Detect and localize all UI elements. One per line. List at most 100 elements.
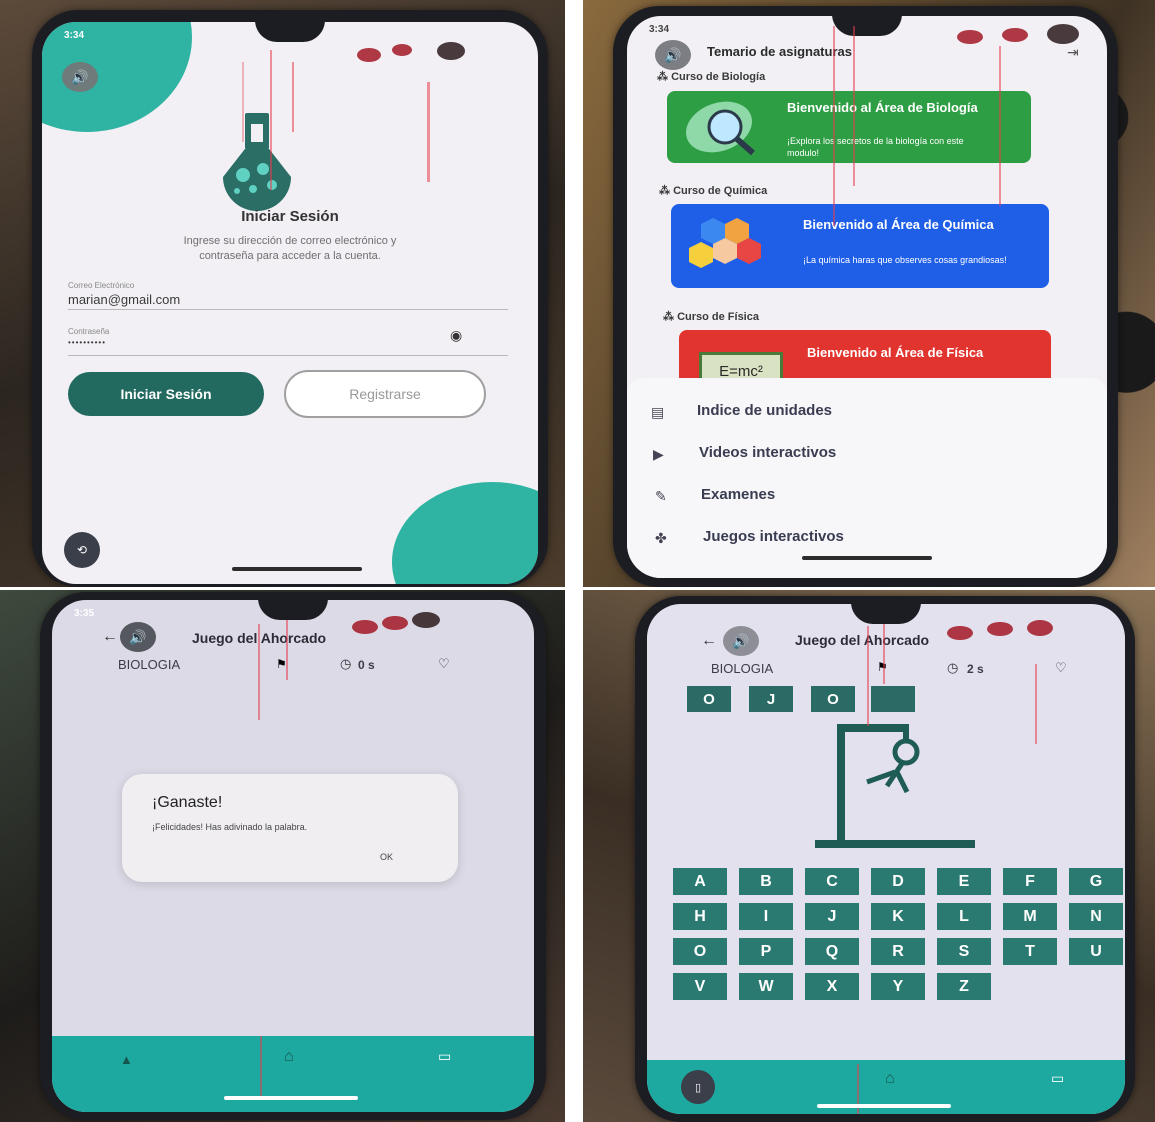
home-icon[interactable]: ⌂ [284,1048,294,1066]
timer-value: 0 s [358,658,375,672]
word-letter-box: O [687,686,731,712]
key-j[interactable]: J [805,903,859,930]
screen-stain [1027,620,1053,636]
rotate-button[interactable]: ⟲ [64,532,100,568]
section-chemistry: ⁂ Curso de Química [659,185,768,197]
login-subtitle-line1: Ingrese su dirección de correo electróni… [183,235,397,247]
key-l[interactable]: L [937,903,991,930]
key-d[interactable]: D [871,868,925,895]
key-b[interactable]: B [739,868,793,895]
card-biology-desc: ¡Explora los secretos de la biología con… [787,136,964,158]
screen-stain [947,626,973,640]
phone-frame: 3:34 🔊 Iniciar Sesión Ingrese su direcci… [32,10,548,587]
camera-notch [832,16,902,36]
play-icon: ▶ [653,446,664,462]
key-m[interactable]: M [1003,903,1057,930]
word-letter-box: J [749,686,793,712]
logout-icon[interactable]: ⇥ [1067,44,1079,61]
dialog-ok-button[interactable]: OK [380,852,393,862]
key-e[interactable]: E [937,868,991,895]
register-button[interactable]: Registrarse [284,370,486,418]
key-n[interactable]: N [1069,903,1123,930]
game-play-photo: ← 🔊 Juego del Ahorcado BIOLOGIA ⚑ ◷ 2 s … [583,590,1155,1122]
rotate-icon: ⟲ [76,543,88,557]
phone-frame: 3:34 🔊 Temario de asignaturas ⇥ ⁂ Curso … [613,6,1118,587]
screen-stain [987,622,1013,636]
game-title: Juego del Ahorcado [795,632,930,648]
home-icon[interactable]: ⌂ [885,1070,895,1088]
login-subtitle-line2: contraseña para acceder a la cuenta. [199,250,381,262]
screen-crack [292,62,294,132]
key-s[interactable]: S [937,938,991,965]
bottom-sheet-menu: ▤ Indice de unidades ▶ Videos interactiv… [627,378,1107,578]
courses-screen: 3:34 🔊 Temario de asignaturas ⇥ ⁂ Curso … [627,16,1107,578]
screen-crack [260,1036,262,1096]
timer-value: 2 s [967,662,984,676]
book-icon: ▤ [651,404,665,420]
key-k[interactable]: K [871,903,925,930]
card-chemistry-desc: ¡La química haras que observes cosas gra… [803,255,1007,265]
leaf-magnifier-icon [686,101,755,156]
password-field[interactable]: •••••••••• [68,338,106,347]
email-label: Correo Electrónico [68,281,135,290]
volume-button[interactable]: 🔊 [62,62,98,92]
rotate-button[interactable]: ▯ [681,1070,715,1104]
back-arrow-icon[interactable]: ← [701,632,717,650]
speaker-icon: 🔊 [129,628,147,645]
camera-notch [851,604,921,624]
email-field[interactable]: marian@gmail.com [68,292,180,307]
key-q[interactable]: Q [805,938,859,965]
login-title: Iniciar Sesión [241,208,339,225]
key-r[interactable]: R [871,938,925,965]
password-label: Contraseña [68,327,110,336]
key-u[interactable]: U [1069,938,1123,965]
key-w[interactable]: W [739,973,793,1000]
key-v[interactable]: V [673,973,727,1000]
section-biology: ⁂ Curso de Biología [657,71,766,83]
key-o[interactable]: O [673,938,727,965]
back-arrow-icon[interactable]: ← [102,628,118,646]
key-z[interactable]: Z [937,973,991,1000]
flask-icon [223,113,291,211]
category-label: BIOLOGIA [118,657,181,672]
email-underline [68,309,508,310]
hint-icon[interactable]: ♡ [1055,660,1067,676]
volume-button[interactable]: 🔊 [120,622,156,652]
card-chemistry[interactable]: Bienvenido al Área de Química ¡La químic… [671,204,1049,288]
gamepad-icon[interactable]: ▭ [438,1048,451,1065]
key-f[interactable]: F [1003,868,1057,895]
menu-item-examenes[interactable]: Examenes [701,486,775,503]
screen-crack [258,624,260,720]
hint-icon[interactable]: ♡ [438,656,450,672]
key-x[interactable]: X [805,973,859,1000]
eye-icon[interactable]: ◉ [450,327,462,344]
gamepad-icon[interactable]: ▭ [1051,1070,1064,1087]
screen-stain [357,48,381,62]
courses-photo: 3:34 🔊 Temario de asignaturas ⇥ ⁂ Curso … [583,0,1155,587]
key-y[interactable]: Y [871,973,925,1000]
screen-stain [437,42,465,60]
section-icon: ⁂ [663,311,678,323]
category-label: BIOLOGIA [711,661,774,676]
clock-icon: ◷ [340,656,352,671]
pencil-icon: ✎ [655,488,667,504]
volume-button[interactable]: 🔊 [723,626,759,656]
key-g[interactable]: G [1069,868,1123,895]
login-button[interactable]: Iniciar Sesión [68,372,264,416]
game-win-photo: 3:35 ← 🔊 Juego del Ahorcado BIOLOGIA ⚑ ◷… [0,590,565,1122]
menu-item-indice[interactable]: Indice de unidades [697,402,832,419]
volume-button[interactable]: 🔊 [655,40,691,70]
menu-item-juegos[interactable]: Juegos interactivos [703,528,844,545]
key-a[interactable]: A [673,868,727,895]
card-biology[interactable]: Bienvenido al Área de Biología ¡Explora … [667,91,1031,163]
dialog-title: ¡Ganaste! [152,794,223,811]
key-c[interactable]: C [805,868,859,895]
key-i[interactable]: I [739,903,793,930]
key-h[interactable]: H [673,903,727,930]
speaker-icon: 🔊 [71,68,89,85]
status-time: 3:34 [649,24,670,35]
key-t[interactable]: T [1003,938,1057,965]
menu-item-videos[interactable]: Videos interactivos [699,444,836,461]
profile-icon[interactable]: ▲ [120,1052,133,1067]
key-p[interactable]: P [739,938,793,965]
